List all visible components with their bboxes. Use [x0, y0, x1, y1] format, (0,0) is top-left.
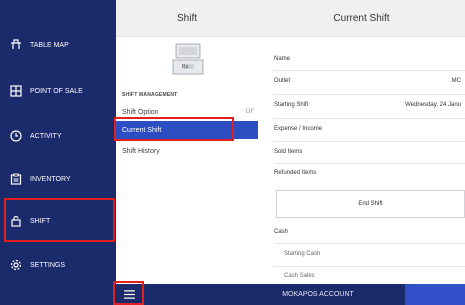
- starting-cash-label: Starting Cash: [284, 251, 321, 257]
- sidebar-item-settings[interactable]: SETTINGS: [0, 244, 116, 286]
- field-starting-shift: Starting Shift Wednesday, 24 Janu: [274, 95, 465, 115]
- field-value: MC: [451, 78, 461, 84]
- sidebar-item-label: SETTINGS: [30, 261, 66, 269]
- end-shift-button[interactable]: End Shift: [276, 190, 465, 218]
- current-shift-highlight-box: [114, 117, 234, 141]
- section-label: SHIFT MANAGEMENT: [122, 92, 178, 98]
- field-name: Name: [274, 49, 465, 69]
- field-refunded-items[interactable]: Refunded Items: [274, 163, 465, 183]
- field-outlet: Outlet MC: [274, 71, 465, 91]
- field-label: Sold Items: [274, 149, 303, 155]
- shift-history-label: Shift History: [122, 147, 160, 155]
- field-label: Outlet: [274, 78, 291, 84]
- sidebar-item-label: ACTIVITY: [30, 132, 62, 140]
- clipboard-icon: [10, 173, 22, 185]
- sidebar-item-label: INVENTORY: [30, 175, 71, 183]
- field-sold-items[interactable]: Sold Items: [274, 142, 465, 162]
- clock-icon: [10, 130, 22, 142]
- sidebar-item-point-of-sale[interactable]: POINT OF SALE: [0, 70, 116, 112]
- shift-highlight-box: [4, 198, 115, 242]
- shift-history-item[interactable]: Shift History: [116, 142, 258, 160]
- field-label: Name: [274, 56, 291, 62]
- register-label: Rp: [182, 64, 189, 70]
- field-expense-income[interactable]: Expense / Income: [274, 119, 465, 139]
- field-value: Wednesday, 24 Janu: [405, 102, 461, 108]
- account-label[interactable]: MOKAPOS ACCOUNT: [258, 284, 378, 305]
- shift-panel-title: Shift: [116, 0, 258, 37]
- field-label: Expense / Income: [274, 126, 323, 132]
- sidebar-item-label: POINT OF SALE: [30, 87, 83, 95]
- sidebar-item-table-map[interactable]: TABLE MAP: [0, 24, 116, 66]
- shift-panel: Shift Rp SHIFT MANAGEMENT Shift Option O…: [116, 0, 259, 305]
- table-map-icon: [10, 39, 22, 51]
- field-label: Starting Shift: [274, 102, 309, 108]
- sidebar-item-inventory[interactable]: INVENTORY: [0, 158, 116, 200]
- cash-heading: Cash: [274, 229, 289, 235]
- point-of-sale-icon: [10, 85, 22, 97]
- current-shift-panel: Current Shift Name Outlet MC Starting Sh…: [258, 0, 465, 305]
- sidebar: TABLE MAP POINT OF SALE ACTIVITY INVENTO…: [0, 0, 116, 305]
- shift-option-sub: OF: [245, 109, 254, 115]
- sidebar-item-activity[interactable]: ACTIVITY: [0, 115, 116, 157]
- field-label: Refunded Items: [274, 170, 317, 176]
- sidebar-item-label: TABLE MAP: [30, 41, 69, 49]
- current-shift-title: Current Shift: [258, 0, 465, 37]
- divider: [274, 243, 465, 244]
- bottom-bar-accent: [405, 284, 465, 305]
- cash-register-icon: [172, 43, 204, 75]
- cash-sales-label: Cash Sales: [284, 273, 315, 279]
- shift-option-label: Shift Option: [122, 108, 159, 116]
- gear-icon: [10, 259, 22, 271]
- divider: [274, 266, 465, 267]
- menu-highlight-box: [113, 281, 144, 305]
